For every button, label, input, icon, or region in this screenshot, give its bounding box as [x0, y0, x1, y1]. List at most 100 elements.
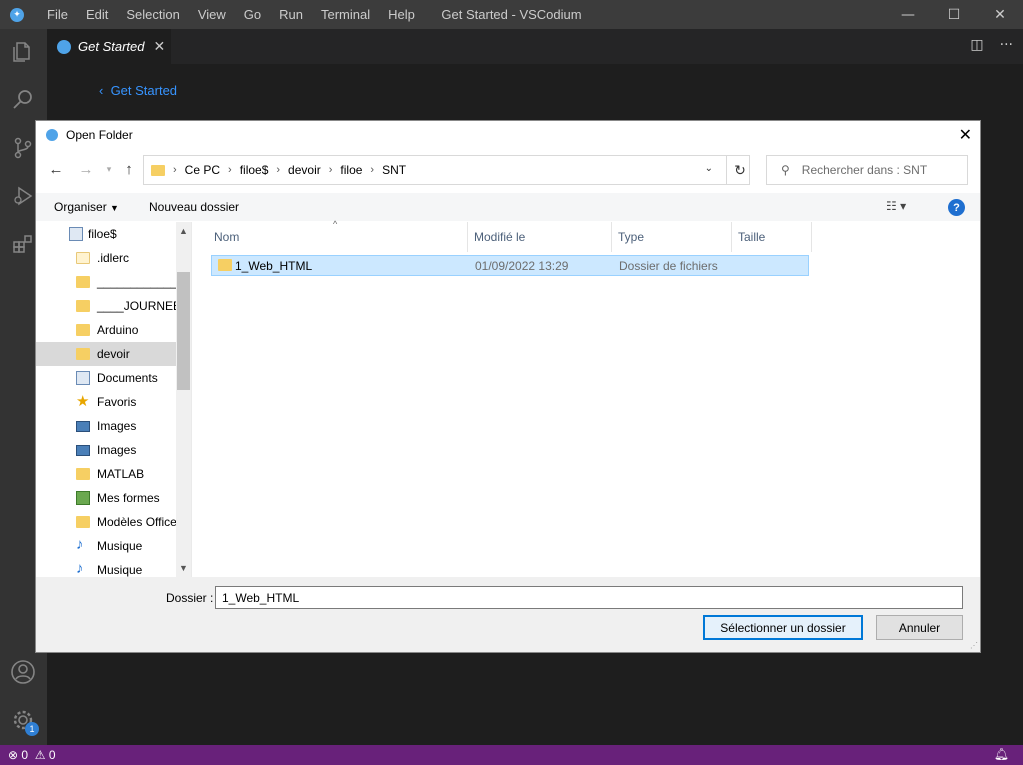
folder-icon — [76, 468, 90, 480]
document-icon — [76, 371, 90, 385]
dialog-title: Open Folder — [66, 128, 133, 142]
breadcrumb-devoir[interactable]: devoir — [288, 163, 321, 177]
extensions-icon[interactable] — [9, 230, 37, 258]
chevron-right-icon[interactable]: › — [370, 164, 374, 176]
chevron-right-icon[interactable]: › — [276, 164, 280, 176]
back-arrow-icon[interactable]: ← — [46, 159, 66, 179]
nav-item-devoir[interactable]: devoir — [36, 342, 176, 366]
file-type: Dossier de fichiers — [619, 259, 718, 273]
column-header-size[interactable]: Taille — [732, 222, 812, 252]
navigation-scrollbar[interactable]: ▲ ▼ — [176, 222, 191, 577]
organize-label: Organiser — [54, 200, 107, 214]
notifications-bell-icon[interactable]: 🔔︎ — [994, 747, 1009, 761]
menu-edit[interactable]: Edit — [77, 7, 117, 22]
search-icon[interactable] — [9, 86, 37, 114]
file-row[interactable]: 1_Web_HTML 01/09/2022 13:29 Dossier de f… — [211, 255, 809, 276]
menu-file[interactable]: File — [38, 7, 77, 22]
menu-help[interactable]: Help — [379, 7, 424, 22]
nav-item-filoe-share[interactable]: filoe$ — [36, 222, 176, 246]
nav-item-matlab[interactable]: MATLAB — [36, 462, 176, 486]
breadcrumb-ce-pc[interactable]: Ce PC — [185, 163, 220, 177]
status-bar: ⊗ 0 ⚠ 0 🔔︎ — [0, 745, 1023, 765]
nav-item-images[interactable]: Images — [36, 414, 176, 438]
folder-icon — [76, 276, 90, 288]
nav-item-musique[interactable]: ♪ Musique — [36, 534, 176, 558]
resize-grip-icon[interactable]: ⋰ — [970, 641, 978, 650]
column-header-type[interactable]: Type — [612, 222, 732, 252]
help-icon[interactable]: ? — [948, 199, 965, 216]
nav-item-idlerc[interactable]: .idlerc — [36, 246, 176, 270]
nav-item-label: Arduino — [97, 323, 139, 337]
up-arrow-icon[interactable]: ↑ — [119, 159, 139, 179]
column-header-modified[interactable]: Modifié le — [468, 222, 612, 252]
scroll-up-icon[interactable]: ▲ — [179, 226, 188, 236]
image-icon — [76, 445, 90, 456]
tab-get-started[interactable]: Get Started ✕ — [47, 29, 171, 64]
nav-item-journee[interactable]: ____JOURNEE_ — [36, 294, 176, 318]
more-actions-icon[interactable]: ··· — [1000, 37, 1013, 53]
folder-name-input[interactable]: 1_Web_HTML — [215, 586, 963, 609]
tab-close-icon[interactable]: ✕ — [153, 39, 165, 55]
dialog-close-icon[interactable]: ✕ — [959, 125, 972, 145]
command-bar: Organiser ▼ Nouveau dossier ☷ ▾ ? — [36, 193, 980, 221]
organize-button[interactable]: Organiser ▼ — [54, 200, 119, 214]
folder-icon — [76, 252, 90, 264]
folder-icon — [151, 164, 165, 176]
menu-bar: File Edit Selection View Go Run Terminal… — [38, 7, 424, 22]
address-bar[interactable]: › Ce PC › filoe$ › devoir › filoe › SNT … — [143, 155, 750, 185]
vscodium-logo-icon: ✦ — [10, 7, 24, 22]
address-dropdown-icon[interactable]: ⌄ — [705, 163, 713, 174]
minimize-icon[interactable]: — — [885, 0, 931, 29]
source-control-icon[interactable] — [9, 134, 37, 162]
folder-field-label: Dossier : — [166, 591, 214, 605]
folder-icon — [218, 259, 232, 271]
breadcrumb-snt[interactable]: SNT — [382, 163, 406, 177]
accounts-icon[interactable] — [9, 658, 37, 686]
nav-item-mes-formes[interactable]: Mes formes — [36, 486, 176, 510]
nav-item-images[interactable]: Images — [36, 438, 176, 462]
window-controls: — ☐ ✕ — [885, 0, 1023, 29]
run-debug-icon[interactable] — [9, 182, 37, 210]
forms-icon — [76, 491, 90, 505]
folder-icon — [76, 516, 90, 528]
chevron-right-icon[interactable]: › — [173, 164, 177, 176]
forward-arrow-icon[interactable]: → — [76, 159, 96, 179]
column-header-name[interactable]: Nom — [208, 222, 468, 252]
nav-item-modeles-office[interactable]: Modèles Office — [36, 510, 176, 534]
explorer-icon[interactable] — [9, 38, 37, 66]
cancel-button[interactable]: Annuler — [876, 615, 963, 640]
search-box[interactable]: ⚲ Rechercher dans : SNT — [766, 155, 968, 185]
scroll-down-icon[interactable]: ▼ — [179, 563, 188, 573]
menu-selection[interactable]: Selection — [117, 7, 188, 22]
back-to-get-started-link[interactable]: ‹ Get Started — [99, 83, 177, 98]
chevron-right-icon[interactable]: › — [228, 164, 232, 176]
image-icon — [76, 421, 90, 432]
recent-locations-chevron-icon[interactable]: ▾ — [99, 159, 119, 179]
scrollbar-thumb[interactable] — [177, 272, 190, 390]
manage-gear-icon[interactable]: 1 — [9, 706, 39, 736]
nav-item-underscore-folder[interactable]: _______________ — [36, 270, 176, 294]
menu-view[interactable]: View — [189, 7, 235, 22]
nav-item-documents[interactable]: Documents — [36, 366, 176, 390]
nav-item-favoris[interactable]: ★ Favoris — [36, 390, 176, 414]
refresh-icon[interactable]: ↻ — [726, 155, 753, 185]
menu-go[interactable]: Go — [235, 7, 270, 22]
problems-indicator[interactable]: ⊗ 0 ⚠ 0 — [8, 748, 56, 762]
menu-run[interactable]: Run — [270, 7, 312, 22]
select-folder-button[interactable]: Sélectionner un dossier — [703, 615, 863, 640]
nav-item-arduino[interactable]: Arduino — [36, 318, 176, 342]
split-editor-icon[interactable]: ◫ — [970, 37, 983, 53]
view-options-icon[interactable]: ☷ ▾ — [886, 199, 906, 213]
editor-actions: ◫ ··· — [970, 37, 1013, 53]
navigation-row: ← → ▾ ↑ › Ce PC › filoe$ › devoir › filo… — [36, 155, 980, 185]
breadcrumb-filoe-share[interactable]: filoe$ — [240, 163, 269, 177]
nav-item-label: .idlerc — [97, 251, 130, 265]
new-folder-button[interactable]: Nouveau dossier — [149, 200, 239, 214]
chevron-right-icon[interactable]: › — [329, 164, 333, 176]
nav-item-label: Favoris — [97, 395, 137, 409]
maximize-icon[interactable]: ☐ — [931, 0, 977, 29]
close-icon[interactable]: ✕ — [977, 0, 1023, 29]
breadcrumb-filoe[interactable]: filoe — [340, 163, 362, 177]
error-icon: ⊗ — [8, 748, 19, 762]
menu-terminal[interactable]: Terminal — [312, 7, 379, 22]
